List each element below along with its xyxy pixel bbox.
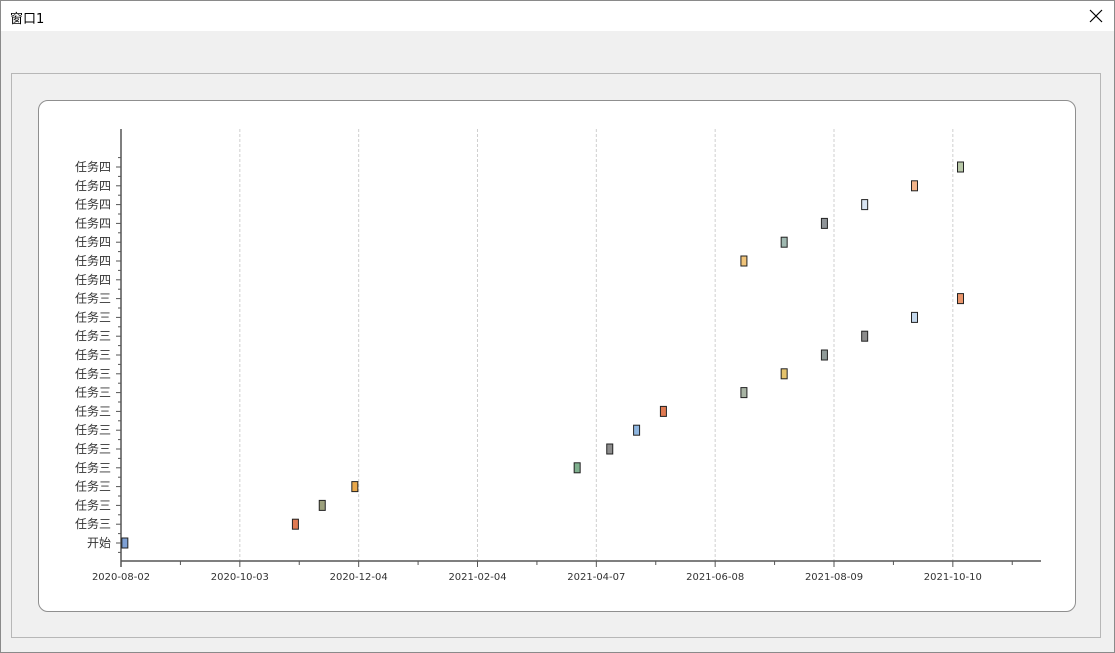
y-tick-label: 任务三 [75, 385, 111, 400]
y-tick-label: 任务四 [75, 234, 111, 249]
y-tick-label: 任务四 [75, 159, 111, 174]
data-point [659, 405, 667, 417]
title-bar[interactable]: 窗口1 [1, 1, 1114, 31]
y-tick-label: 任务三 [75, 479, 111, 494]
x-axis-labels: 2020-08-02 2020-10-03 2020-12-04 2021-02-04… [92, 572, 982, 583]
grid-lines [239, 129, 954, 561]
y-tick-label: 任务四 [75, 215, 111, 230]
data-point [318, 499, 326, 511]
x-tick-label: 2021-04-07 [567, 572, 625, 583]
data-point [861, 330, 869, 342]
y-tick-label: 任务三 [75, 497, 111, 512]
data-point [911, 180, 918, 192]
y-tick-label: 任务三 [75, 347, 111, 362]
y-tick-label: 任务三 [75, 366, 111, 381]
data-point [291, 518, 299, 530]
y-tick-label: 任务四 [75, 253, 111, 268]
window-title: 窗口1 [10, 12, 45, 27]
y-tick-label: 任务三 [75, 422, 111, 437]
y-tick-label: 任务三 [75, 403, 111, 418]
y-tick-label: 任务三 [75, 328, 111, 343]
data-point [820, 217, 828, 229]
y-tick-label: 任务三 [75, 441, 111, 456]
axes [116, 129, 1041, 567]
data-point [957, 161, 964, 173]
gantt-chart: 开始任务三任务三任务三任务三任务三任务三任务三任务三任务三任务三任务三任务三任务… [75, 129, 1041, 583]
y-axis-labels: 开始任务三任务三任务三任务三任务三任务三任务三任务三任务三任务三任务三任务三任务… [75, 159, 111, 550]
x-tick-label: 2020-10-03 [211, 572, 269, 583]
x-tick-label: 2021-06-08 [686, 572, 744, 583]
y-tick-label: 任务三 [75, 516, 111, 531]
close-button[interactable] [1078, 1, 1114, 31]
data-point [780, 368, 788, 380]
y-tick-label: 任务三 [75, 460, 111, 475]
x-tick-label: 2021-08-09 [805, 572, 863, 583]
data-point [633, 424, 641, 436]
x-tick-label: 2021-10-10 [924, 572, 982, 583]
data-point [740, 255, 748, 267]
x-tick-label: 2020-12-04 [330, 572, 388, 583]
y-tick-label: 任务四 [75, 178, 111, 193]
chart-panel: 开始 任务三 任务三 任务三 任务三 任务三 任务三 任务三 任务三 任务三 任务三 任务三 任务三 任务… [38, 100, 1076, 612]
close-icon [1089, 9, 1103, 23]
y-tick-label: 任务四 [75, 197, 111, 212]
data-point [351, 481, 359, 493]
data-point [740, 387, 748, 399]
data-point [957, 293, 964, 305]
data-points [121, 161, 964, 549]
y-tick-label: 任务三 [75, 291, 111, 306]
y-tick-label: 任务四 [75, 272, 111, 287]
data-point [820, 349, 828, 361]
data-point [780, 236, 788, 248]
y-tick-label: 开始 [87, 536, 111, 550]
data-point [606, 443, 614, 455]
data-point [911, 311, 918, 323]
x-tick-label: 2020-08-02 [92, 572, 150, 583]
y-tick-label: 任务三 [75, 309, 111, 324]
data-point [573, 462, 581, 474]
data-point [861, 199, 869, 211]
x-tick-label: 2021-02-04 [448, 572, 506, 583]
data-point [121, 537, 129, 549]
